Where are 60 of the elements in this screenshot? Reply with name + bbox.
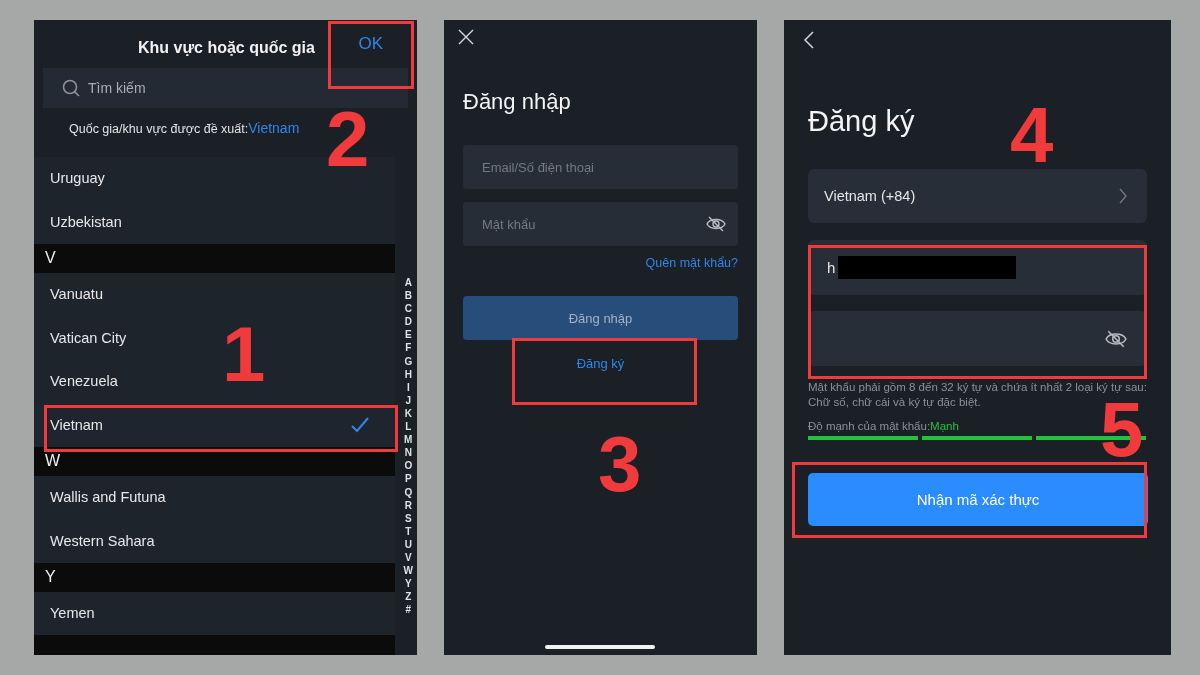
index-letter[interactable]: S (404, 511, 412, 525)
strength-label: Độ mạnh của mật khẩu: (808, 420, 931, 432)
index-letter[interactable]: R (404, 498, 412, 512)
index-letter[interactable]: L (405, 420, 412, 434)
index-letter[interactable]: # (405, 603, 412, 617)
index-letter[interactable]: E (404, 328, 412, 342)
section-header: Y (34, 562, 395, 592)
country-selector[interactable]: Vietnam (+84) (808, 169, 1147, 223)
password-input[interactable]: Mật khẩu (480, 215, 706, 233)
section-header: V (34, 243, 395, 273)
password-field[interactable]: Mật khẩu (463, 202, 738, 246)
index-letter[interactable]: G (404, 354, 413, 368)
password-field[interactable] (808, 311, 1147, 366)
back-icon[interactable] (804, 31, 814, 49)
country-item[interactable]: Uzbekistan (34, 200, 395, 244)
index-letter[interactable]: U (404, 537, 412, 551)
country-item[interactable]: Western Sahara (34, 519, 395, 563)
ok-button[interactable]: OK (354, 30, 387, 59)
screen-title: Khu vực hoặc quốc gia (138, 39, 315, 57)
index-letter[interactable]: M (404, 433, 413, 447)
register-link[interactable]: Đăng ký (576, 356, 625, 371)
index-letter[interactable]: T (405, 524, 412, 538)
login-button[interactable]: Đăng nhập (463, 296, 738, 340)
chevron-right-icon (1119, 188, 1127, 204)
checkmark-icon (351, 416, 369, 433)
forgot-password-link[interactable]: Quên mật khẩu? (645, 256, 738, 270)
index-letter[interactable]: K (404, 406, 412, 421)
country-item[interactable]: Vietnam (34, 403, 395, 447)
step-number: 3 (598, 425, 642, 503)
screen-title: Đăng nhập (463, 89, 572, 115)
index-letter[interactable]: A (404, 276, 412, 290)
index-letter[interactable]: B (404, 289, 412, 303)
email-field[interactable]: Email/Số điện thoại (463, 145, 738, 189)
index-letter[interactable]: V (404, 550, 412, 565)
phone-field[interactable]: h (808, 240, 1147, 295)
index-letter[interactable]: Z (405, 590, 412, 604)
close-icon[interactable] (458, 29, 474, 45)
country-item[interactable]: Vanuatu (34, 272, 395, 316)
email-input[interactable]: Email/Số điện thoại (480, 158, 726, 176)
suggested-country-link[interactable]: Vietnam (248, 120, 300, 137)
search-icon (62, 79, 80, 98)
screen-title: Đăng ký (808, 105, 915, 138)
index-letter[interactable]: Q (404, 485, 413, 499)
strength-value: Mạnh (930, 420, 959, 432)
eye-slash-icon[interactable] (1105, 328, 1127, 349)
index-letter[interactable]: D (404, 315, 412, 329)
suggested-label: Quốc gia/khu vực được đề xuất: (69, 122, 249, 137)
country-item[interactable]: Yemen (34, 591, 395, 635)
index-letter[interactable]: N (404, 446, 412, 460)
index-letter[interactable]: F (405, 341, 412, 355)
index-letter[interactable]: O (404, 459, 413, 473)
country-item[interactable]: Wallis and Futuna (34, 475, 395, 519)
index-letter[interactable]: P (404, 472, 412, 486)
eye-slash-icon[interactable] (706, 215, 726, 233)
index-letter[interactable]: Y (404, 577, 412, 591)
index-letter[interactable]: C (404, 302, 412, 316)
index-letter[interactable]: J (405, 393, 412, 407)
index-letter[interactable]: I (406, 380, 410, 394)
index-letter[interactable]: W (403, 564, 413, 578)
index-letter[interactable]: H (404, 367, 412, 381)
